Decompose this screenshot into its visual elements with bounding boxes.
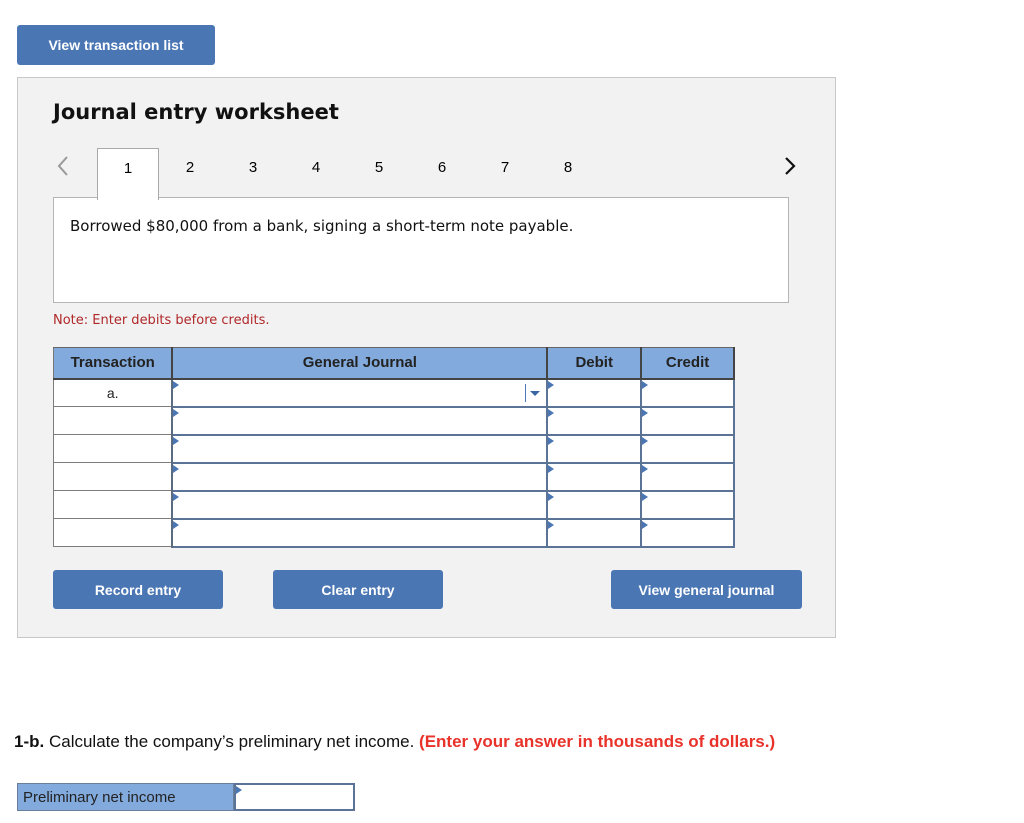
table-row bbox=[53, 489, 735, 520]
input-flag-icon bbox=[642, 408, 649, 417]
input-flag-icon bbox=[173, 436, 180, 445]
clear-entry-button[interactable]: Clear entry bbox=[273, 570, 443, 609]
credit-input[interactable] bbox=[642, 491, 733, 518]
transaction-description-box bbox=[53, 197, 789, 303]
transaction-description: Borrowed $80,000 from a bank, signing a … bbox=[70, 217, 574, 235]
account-select-cell[interactable] bbox=[171, 405, 549, 436]
input-flag-icon bbox=[548, 436, 555, 445]
credit-input[interactable] bbox=[642, 519, 733, 546]
account-select[interactable] bbox=[173, 379, 547, 406]
credit-cell[interactable] bbox=[640, 433, 735, 464]
header-transaction: Transaction bbox=[53, 347, 174, 380]
debit-input[interactable] bbox=[548, 491, 641, 518]
input-flag-icon bbox=[642, 520, 649, 529]
account-select[interactable] bbox=[173, 435, 547, 462]
record-entry-button[interactable]: Record entry bbox=[53, 570, 223, 609]
debit-input[interactable] bbox=[548, 379, 641, 406]
header-debit: Debit bbox=[546, 347, 643, 380]
debit-input[interactable] bbox=[548, 519, 641, 546]
chevron-left-icon[interactable] bbox=[55, 154, 71, 178]
tab-8[interactable]: 8 bbox=[537, 148, 599, 198]
input-flag-icon bbox=[548, 492, 555, 501]
credit-cell[interactable] bbox=[640, 517, 735, 548]
header-credit: Credit bbox=[640, 347, 735, 380]
table-header-row: Transaction General Journal Debit Credit bbox=[53, 347, 735, 380]
transaction-cell: a. bbox=[53, 378, 174, 407]
account-select[interactable] bbox=[173, 407, 547, 434]
tab-2[interactable]: 2 bbox=[159, 148, 221, 198]
credit-input[interactable] bbox=[642, 463, 733, 490]
account-select-cell[interactable] bbox=[171, 377, 549, 408]
input-flag-icon bbox=[548, 408, 555, 417]
transaction-cell bbox=[53, 406, 174, 435]
credit-cell[interactable] bbox=[640, 405, 735, 436]
question-instruction: (Enter your answer in thousands of dolla… bbox=[419, 732, 776, 751]
credit-input[interactable] bbox=[642, 379, 733, 406]
input-flag-icon bbox=[642, 380, 649, 389]
tab-3[interactable]: 3 bbox=[222, 148, 284, 198]
worksheet-title: Journal entry worksheet bbox=[53, 100, 339, 124]
dropdown-arrow-icon[interactable] bbox=[525, 383, 541, 402]
credit-cell[interactable] bbox=[640, 489, 735, 520]
table-row bbox=[53, 433, 735, 464]
debit-input[interactable] bbox=[548, 463, 641, 490]
debit-cell[interactable] bbox=[546, 377, 643, 408]
question-text: Calculate the company’s preliminary net … bbox=[44, 732, 420, 751]
debit-input[interactable] bbox=[548, 407, 641, 434]
debit-credit-note: Note: Enter debits before credits. bbox=[53, 313, 270, 328]
debit-cell[interactable] bbox=[546, 461, 643, 492]
table-row: a. bbox=[53, 377, 735, 408]
credit-input[interactable] bbox=[642, 407, 733, 434]
input-flag-icon bbox=[173, 464, 180, 473]
tab-5[interactable]: 5 bbox=[348, 148, 410, 198]
tab-6[interactable]: 6 bbox=[411, 148, 473, 198]
input-flag-icon bbox=[548, 464, 555, 473]
preliminary-net-income-field[interactable] bbox=[234, 783, 357, 811]
account-select-cell[interactable] bbox=[171, 433, 549, 464]
input-flag-icon bbox=[173, 520, 180, 529]
account-select[interactable] bbox=[173, 491, 547, 518]
input-flag-icon bbox=[236, 786, 242, 794]
input-flag-icon bbox=[173, 380, 180, 389]
preliminary-net-income-input[interactable] bbox=[236, 785, 357, 811]
credit-input[interactable] bbox=[642, 435, 733, 462]
table-row bbox=[53, 517, 735, 548]
account-select[interactable] bbox=[173, 519, 547, 546]
input-flag-icon bbox=[642, 464, 649, 473]
tab-1[interactable]: 1 bbox=[97, 148, 159, 200]
input-flag-icon bbox=[642, 492, 649, 501]
transaction-cell bbox=[53, 518, 174, 547]
table-row bbox=[53, 405, 735, 436]
input-flag-icon bbox=[173, 408, 180, 417]
account-select-cell[interactable] bbox=[171, 461, 549, 492]
question-number: 1-b. bbox=[14, 732, 45, 751]
input-flag-icon bbox=[548, 380, 555, 389]
transaction-cell bbox=[53, 434, 174, 463]
preliminary-net-income-label: Preliminary net income bbox=[17, 783, 234, 811]
input-flag-icon bbox=[173, 492, 180, 501]
view-general-journal-button[interactable]: View general journal bbox=[611, 570, 802, 609]
input-flag-icon bbox=[642, 436, 649, 445]
credit-cell[interactable] bbox=[640, 377, 735, 408]
header-general-journal: General Journal bbox=[171, 347, 549, 380]
tab-4[interactable]: 4 bbox=[285, 148, 347, 198]
credit-cell[interactable] bbox=[640, 461, 735, 492]
chevron-right-icon[interactable] bbox=[782, 154, 798, 178]
account-select-cell[interactable] bbox=[171, 517, 549, 548]
input-flag-icon bbox=[548, 520, 555, 529]
debit-cell[interactable] bbox=[546, 489, 643, 520]
debit-cell[interactable] bbox=[546, 517, 643, 548]
tab-7[interactable]: 7 bbox=[474, 148, 536, 198]
debit-input[interactable] bbox=[548, 435, 641, 462]
account-select-cell[interactable] bbox=[171, 489, 549, 520]
transaction-cell bbox=[53, 490, 174, 519]
table-row bbox=[53, 461, 735, 492]
view-transaction-list-button[interactable]: View transaction list bbox=[17, 25, 215, 65]
journal-entry-table: Transaction General Journal Debit Credit… bbox=[53, 347, 735, 548]
debit-cell[interactable] bbox=[546, 405, 643, 436]
debit-cell[interactable] bbox=[546, 433, 643, 464]
transaction-cell bbox=[53, 462, 174, 491]
question-1b: 1-b. Calculate the company’s preliminary… bbox=[14, 732, 775, 752]
account-select[interactable] bbox=[173, 463, 547, 490]
